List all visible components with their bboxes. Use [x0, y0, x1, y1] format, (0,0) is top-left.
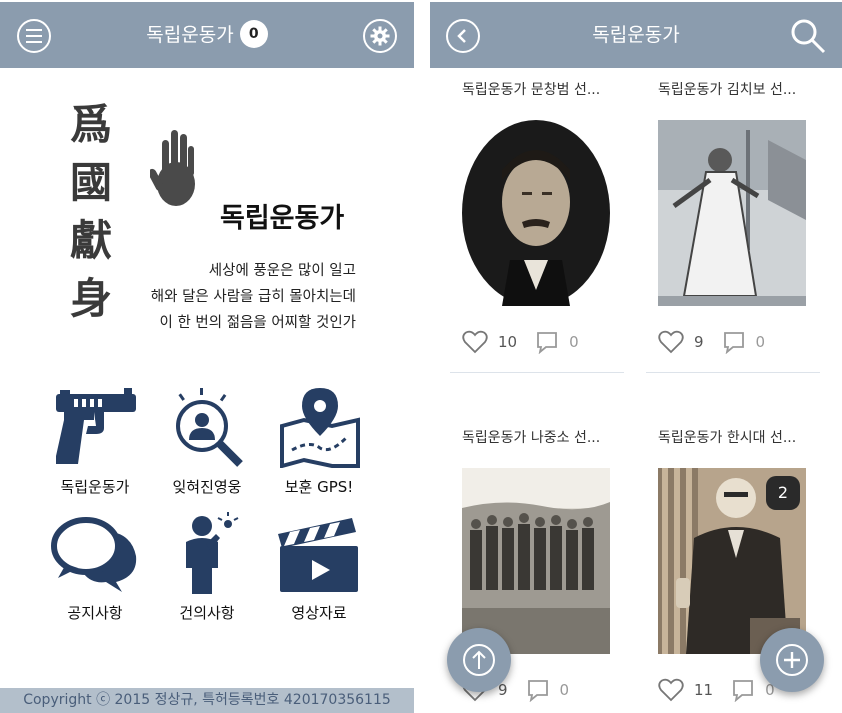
card-title: 독립운동가 문창범 선... — [462, 82, 601, 98]
app-title-wrap: 독립운동가 0 — [0, 2, 414, 68]
home-screen: 독립운동가 0 爲 國 獻 身 독립운동가 세상에 풍운은 많이 일고 해와 달… — [0, 0, 414, 713]
person-idea-icon — [186, 512, 239, 594]
like-count: 11 — [694, 681, 714, 699]
clapperboard-icon — [278, 518, 358, 592]
menu-item-label: 영상자료 — [291, 604, 347, 622]
chat-bubbles-icon — [51, 517, 137, 592]
menu-item-label: 건의사항 — [179, 604, 235, 622]
quote-line: 세상에 풍운은 많이 일고 — [208, 263, 356, 279]
add-post-button[interactable] — [760, 628, 824, 692]
back-icon — [457, 29, 466, 43]
comment-count: 0 — [755, 333, 766, 351]
app-bar: 독립운동가 — [430, 2, 842, 68]
portrait-image — [462, 120, 610, 306]
card-photo — [462, 120, 610, 306]
scroll-top-button[interactable] — [447, 628, 511, 692]
group-photo-image — [462, 468, 610, 654]
copyright-footer: Copyright ⓒ 2015 정상규, 특허등록번호 42017035611… — [0, 688, 414, 713]
card-photo: 2 — [658, 468, 806, 654]
menu-item-notices[interactable]: 공지사항 — [40, 512, 150, 623]
menu-item-activists[interactable]: 독립운동가 — [40, 386, 150, 497]
arrow-up-icon — [463, 644, 495, 676]
calligraphy: 爲 國 獻 身 — [66, 96, 116, 328]
back-button[interactable] — [446, 19, 480, 53]
list-item[interactable]: 독립운동가 김치보 선... 9 0 — [658, 80, 834, 354]
comment-icon[interactable] — [535, 330, 559, 354]
card-meta: 9 0 — [658, 330, 834, 354]
pistol-icon — [56, 388, 136, 464]
photo-count-badge: 2 — [766, 476, 800, 510]
hero-quote: 세상에 풍운은 많이 일고 해와 달은 사람을 급히 몰아치는데 이 한 번의 … — [151, 258, 356, 336]
calligraphy-char: 身 — [69, 274, 112, 323]
menu-item-gps[interactable]: 보훈 GPS! — [264, 386, 374, 497]
menu-item-label: 잊혀진영웅 — [172, 478, 242, 496]
quote-line: 이 한 번의 젊음을 어찌할 것인가 — [159, 315, 356, 331]
illustration-image — [658, 120, 806, 306]
plus-icon — [776, 644, 808, 676]
gear-icon — [370, 26, 390, 46]
menu-item-suggestions[interactable]: 건의사항 — [152, 512, 262, 623]
card-title: 독립운동가 한시대 선... — [658, 430, 797, 446]
card-title: 독립운동가 김치보 선... — [658, 82, 797, 98]
app-title: 독립운동가 — [146, 24, 234, 46]
list-screen: 독립운동가 독립운동가 문창범 선... 10 0 독립운동가 김치보 선...… — [430, 0, 842, 713]
like-count: 10 — [498, 333, 518, 351]
heart-icon[interactable] — [658, 330, 684, 354]
search-button[interactable] — [790, 18, 826, 54]
menu-button[interactable] — [17, 19, 51, 53]
search-person-icon — [176, 388, 243, 467]
map-pin-icon — [280, 388, 360, 468]
card-photo — [462, 468, 610, 654]
comment-count: 0 — [559, 681, 570, 699]
handprint-image — [150, 130, 195, 206]
quote-line: 해와 달은 사람을 급히 몰아치는데 — [150, 289, 356, 305]
menu-item-label: 보훈 GPS! — [284, 478, 354, 496]
menu-icon — [26, 29, 42, 43]
heart-icon[interactable] — [462, 330, 488, 354]
menu-item-label: 독립운동가 — [60, 478, 130, 496]
notification-badge[interactable]: 0 — [239, 19, 268, 48]
menu-item-forgotten-heroes[interactable]: 잊혀진영웅 — [152, 386, 262, 497]
card-title: 독립운동가 나중소 선... — [462, 430, 601, 446]
calligraphy-char: 國 — [69, 158, 112, 207]
divider — [450, 372, 624, 373]
divider — [646, 372, 820, 373]
comment-icon[interactable] — [731, 678, 755, 702]
search-icon — [791, 19, 826, 54]
calligraphy-char: 爲 — [69, 100, 112, 149]
hero-title: 독립운동가 — [220, 203, 345, 234]
app-bar: 독립운동가 0 — [0, 2, 414, 68]
like-count: 9 — [694, 333, 704, 351]
heart-icon[interactable] — [658, 678, 684, 702]
card-photo — [658, 120, 806, 306]
comment-icon[interactable] — [526, 678, 550, 702]
menu-item-videos[interactable]: 영상자료 — [264, 512, 374, 623]
comment-icon[interactable] — [722, 330, 746, 354]
card-meta: 10 0 — [462, 330, 638, 354]
comment-count: 0 — [569, 333, 579, 351]
calligraphy-char: 獻 — [69, 216, 112, 265]
app-title: 독립운동가 — [592, 24, 680, 46]
list-item[interactable]: 독립운동가 문창범 선... 10 0 — [462, 80, 638, 354]
menu-item-label: 공지사항 — [67, 604, 123, 622]
settings-button[interactable] — [363, 19, 397, 53]
